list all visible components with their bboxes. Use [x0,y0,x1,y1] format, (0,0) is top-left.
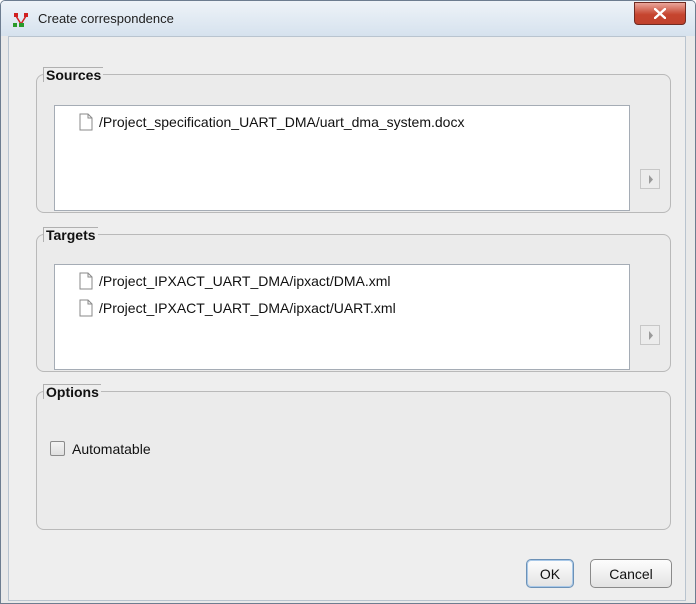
close-button[interactable] [634,2,686,25]
file-label: /Project_specification_UART_DMA/uart_dma… [99,114,465,130]
options-legend: Options [43,384,101,399]
targets-list[interactable]: /Project_IPXACT_UART_DMA/ipxact/DMA.xml … [54,264,630,370]
list-item[interactable]: /Project_IPXACT_UART_DMA/ipxact/UART.xml [79,298,396,318]
list-item[interactable]: /Project_specification_UART_DMA/uart_dma… [79,112,464,132]
file-icon [79,113,93,131]
file-icon [79,272,93,290]
targets-legend: Targets [43,227,98,242]
ok-button[interactable]: OK [526,559,574,588]
sources-legend: Sources [43,67,104,82]
dialog-window: Create correspondence Sources /Project_s… [0,0,696,604]
sources-group: Sources /Project_specification_UART_DMA/… [36,67,671,213]
automatable-label[interactable]: Automatable [72,441,151,457]
cancel-button[interactable]: Cancel [590,559,672,588]
close-icon [654,8,666,19]
correspondence-icon [13,13,28,27]
title-bar[interactable]: Create correspondence [1,1,695,36]
list-item[interactable]: /Project_IPXACT_UART_DMA/ipxact/DMA.xml [79,271,390,291]
automatable-checkbox[interactable] [50,441,65,456]
dialog-content: Sources /Project_specification_UART_DMA/… [8,36,686,601]
targets-group: Targets /Project_IPXACT_UART_DMA/ipxact/… [36,227,671,372]
sources-add-button[interactable] [640,169,660,189]
arrow-right-icon [649,175,653,184]
options-group: Options Automatable [36,384,671,530]
sources-list[interactable]: /Project_specification_UART_DMA/uart_dma… [54,105,630,211]
file-label: /Project_IPXACT_UART_DMA/ipxact/DMA.xml [99,273,391,289]
window-title: Create correspondence [38,11,174,26]
file-icon [79,299,93,317]
file-label: /Project_IPXACT_UART_DMA/ipxact/UART.xml [99,300,396,316]
arrow-right-icon [649,331,653,340]
targets-add-button[interactable] [640,325,660,345]
